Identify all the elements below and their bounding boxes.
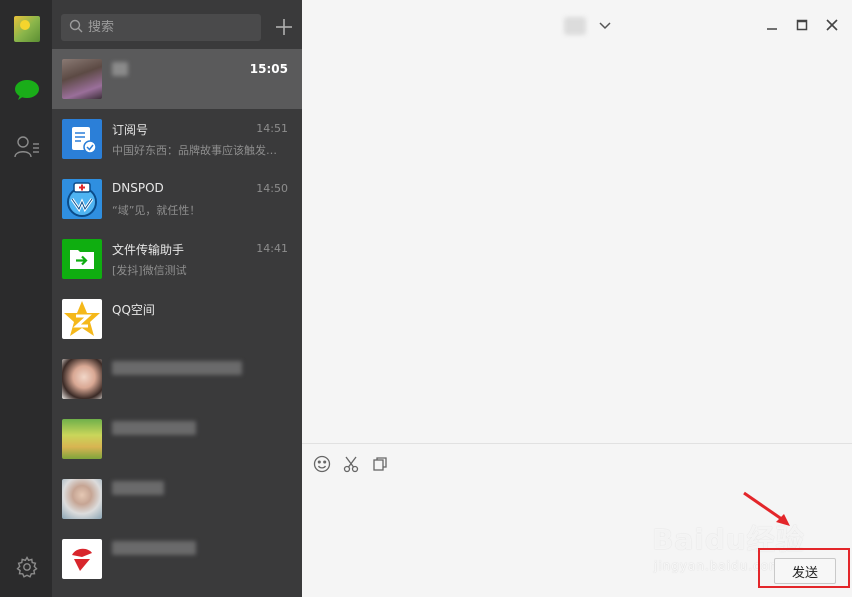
file-transfer-icon xyxy=(62,239,102,279)
file-icon[interactable] xyxy=(370,454,390,474)
chat-item[interactable] xyxy=(52,349,302,409)
settings-gear-icon[interactable] xyxy=(13,553,41,581)
chat-name: QQ空间 xyxy=(112,303,155,317)
chat-item[interactable] xyxy=(52,529,302,589)
blurred-name xyxy=(112,481,164,495)
app-logo xyxy=(62,539,102,579)
chat-time: 14:50 xyxy=(256,182,288,195)
dnspod-logo xyxy=(62,179,102,219)
nav-sidebar xyxy=(0,0,52,597)
subscription-icon xyxy=(62,119,102,159)
chat-name: 文件传输助手 xyxy=(112,243,185,257)
search-box[interactable] xyxy=(61,14,261,41)
search-row xyxy=(52,0,302,49)
chat-item[interactable] xyxy=(52,469,302,529)
red-arrow-annotation xyxy=(743,491,790,526)
maximize-icon[interactable] xyxy=(792,15,812,35)
search-input[interactable] xyxy=(88,20,248,35)
screenshot-scissors-icon[interactable] xyxy=(341,454,361,474)
message-area[interactable] xyxy=(302,49,852,443)
compose-divider xyxy=(302,443,852,444)
send-highlight-box xyxy=(758,548,850,588)
chat-time: 15:05 xyxy=(249,62,288,76)
chat-item[interactable]: 订阅号 14:51 中国好东西：品牌故事应该触发… xyxy=(52,109,302,169)
photo-avatar xyxy=(62,479,102,519)
chat-time: 14:51 xyxy=(256,122,288,135)
chat-item[interactable]: 15:05 xyxy=(52,49,302,109)
chat-preview: 中国好东西：品牌故事应该触发… xyxy=(112,144,277,157)
chat-name: DNSPOD xyxy=(112,181,164,195)
contacts-tab-icon[interactable] xyxy=(13,133,41,161)
chat-header xyxy=(302,0,852,49)
blurred-name xyxy=(112,361,242,375)
qzone-logo xyxy=(62,299,102,339)
blurred-name xyxy=(112,541,196,555)
chat-tab-icon[interactable] xyxy=(13,76,41,104)
search-icon xyxy=(69,18,83,37)
chat-time: 14:41 xyxy=(256,242,288,255)
blurred-name xyxy=(112,421,196,435)
chat-item[interactable]: QQ空间 xyxy=(52,289,302,349)
chevron-down-icon[interactable] xyxy=(598,19,612,33)
minimize-icon[interactable] xyxy=(762,15,782,35)
conversation-list: 15:05 订阅号 14:51 中国好东西：品牌故事应该触发… DNSPOD 1… xyxy=(52,0,302,597)
add-plus-icon[interactable] xyxy=(273,14,295,40)
compose-toolbar xyxy=(312,454,390,476)
chat-name: 订阅号 xyxy=(112,123,149,137)
chat-panel: Baidu经验 jingyan.baidu.com 发送 xyxy=(302,0,852,597)
photo-avatar xyxy=(62,419,102,459)
photo-avatar xyxy=(62,359,102,399)
chat-title-blurred xyxy=(564,17,586,35)
chat-item[interactable]: 文件传输助手 14:41 [发抖]微信测试 xyxy=(52,229,302,289)
emoji-icon[interactable] xyxy=(312,454,332,474)
chat-preview: [发抖]微信测试 xyxy=(112,264,187,277)
chat-item[interactable] xyxy=(52,409,302,469)
chat-preview: “域”见，就任性！ xyxy=(112,204,201,217)
wechat-window: 15:05 订阅号 14:51 中国好东西：品牌故事应该触发… DNSPOD 1… xyxy=(0,0,852,597)
blurred-name xyxy=(112,62,128,76)
photo-avatar xyxy=(62,59,102,99)
chat-item[interactable]: DNSPOD 14:50 “域”见，就任性！ xyxy=(52,169,302,229)
my-avatar[interactable] xyxy=(14,16,40,42)
close-icon[interactable] xyxy=(822,15,842,35)
